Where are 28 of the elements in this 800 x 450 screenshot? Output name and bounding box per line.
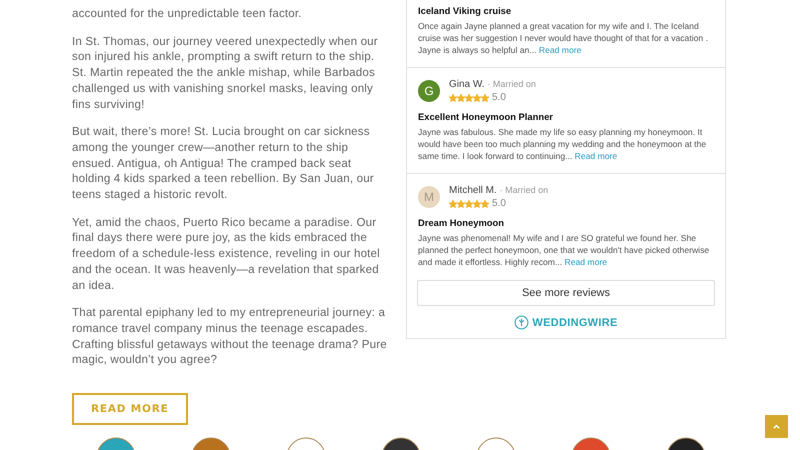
read-more-link[interactable]: Read more — [564, 257, 607, 267]
brand-logo-text: WEDDINGWIRE — [532, 316, 618, 328]
scroll-to-top-button[interactable] — [765, 415, 788, 438]
review-text: Jayne was fabulous. She made my life so easy planning my honeymoon. It would have been too much planning my wedding and the honeymoon at the same time. I look forward to continuing... Read more — [418, 126, 708, 162]
chevron-up-icon — [772, 422, 781, 431]
review-meta: · Married on — [500, 185, 548, 195]
avatar-circle: M — [418, 186, 440, 208]
review-title: Iceland Viking cruise — [418, 5, 512, 16]
rating-value: 5.0 — [492, 198, 506, 209]
article-paragraph: That parental epiphany led to my entrepreneurial journey: a romance travel company minus the teenage escapades. Crafting blissful getaways without the teenage drama? Pure magic, wouldn’t you agree? — [72, 305, 388, 368]
review-title: Excellent Honeymoon Planner — [418, 111, 554, 122]
article-paragraph: But wait, there’s more! St. Lucia brought on car sickness among the younger crew—another return to the ship ensued. Antigua, oh Antigua! The cramped back seat holding 4 kids sparked a teen rebellion. By San Juan, our teens staged a historic revolt. — [72, 124, 375, 203]
read-more-link[interactable]: Read more — [574, 151, 618, 161]
article-paragraph: accounted for the unpredictable teen factor. — [72, 6, 303, 22]
reviewer-name: Gina W. — [449, 79, 485, 90]
reviewer-name: Mitchell M. — [449, 185, 497, 196]
review-text: Once again Jayne planned a great vacation for my wife and I. The Iceland cruise was her suggestion I never would have thought of that for a vacation . Jayne is always so helpful an... Read more — [418, 20, 709, 56]
review-meta: · Married on — [487, 79, 536, 89]
review-title: Dream Honeymoon — [418, 217, 505, 228]
avatar-circle: G — [418, 80, 440, 102]
read-more-button[interactable]: READ MORE — [72, 393, 188, 426]
review-text: Jayne was phenomenal! My wife and I are SO grateful we found her. She planned the perfect honeymoon, one that we wouldn't have picked otherwise and made it effortless. Highly recom... Read more — [418, 232, 710, 268]
article-paragraph: Yet, amid the chaos, Puerto Rico became a paradise. Our final days there were pure joy, as the kids embraced the freedom of a schedule-less existence, reveling in our hotel and the ocean. It was heavenly—a revelation that sparked an idea. — [72, 214, 381, 294]
rating-value: 5.0 — [492, 92, 506, 103]
read-more-link[interactable]: Read more — [538, 45, 582, 55]
see-more-reviews-button[interactable]: See more reviews — [417, 280, 715, 306]
article-paragraph: In St. Thomas, our journey veered unexpectedly when our son injured his ankle, prompting a swift return to the ship. St. Martin repeated the the ankle mishap, while Barbados challenged us with vanishing snorkel masks, leaving only fins surviving! — [72, 34, 379, 112]
ring-icon — [514, 315, 530, 330]
